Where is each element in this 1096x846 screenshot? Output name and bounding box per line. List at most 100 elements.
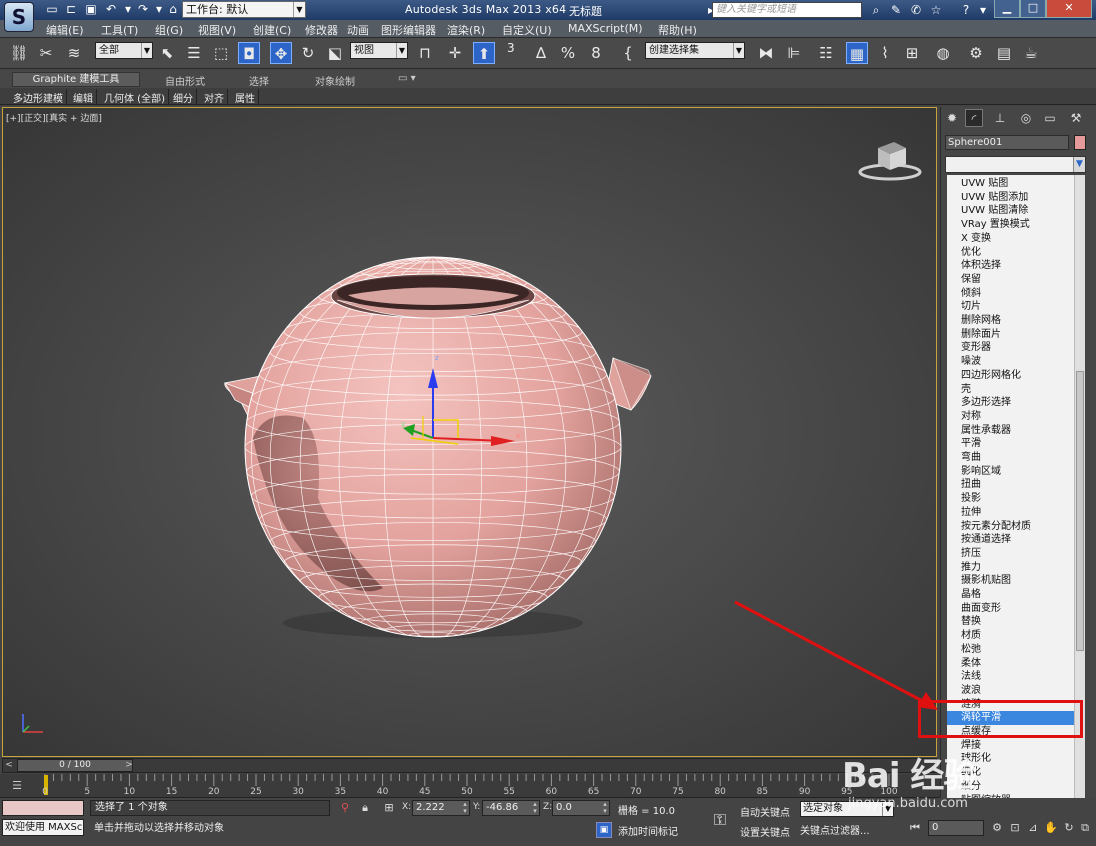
- material-editor-icon[interactable]: ◍: [932, 42, 954, 64]
- tab-selection[interactable]: 选择: [249, 73, 269, 88]
- auto-key-button[interactable]: 自动关键点: [740, 804, 790, 819]
- current-frame-field[interactable]: 0: [928, 820, 984, 836]
- ref-coord-dropdown[interactable]: 视图 ▼: [350, 42, 408, 59]
- minimize-button[interactable]: ▁: [994, 0, 1020, 18]
- viewcube[interactable]: [858, 138, 928, 184]
- menu-graph-editors[interactable]: 图形编辑器: [381, 22, 436, 38]
- undo-icon[interactable]: ↶: [103, 2, 119, 17]
- tab-freeform[interactable]: 自由形式: [165, 73, 205, 88]
- menu-modifiers[interactable]: 修改器: [305, 22, 338, 38]
- sphere-model[interactable]: z x y: [3, 108, 937, 757]
- modifier-item[interactable]: 焊接: [947, 739, 1075, 753]
- link-icon[interactable]: ⛓: [8, 42, 30, 64]
- set-key-icon[interactable]: ⚿: [706, 808, 734, 832]
- maximize-viewport-icon[interactable]: ⧉: [1078, 820, 1092, 836]
- percent-snap-icon[interactable]: %: [557, 42, 579, 64]
- menu-maxscript[interactable]: MAXScript(M): [568, 22, 643, 35]
- perspective-viewport[interactable]: [+][正交][真实 + 边面] z x y: [2, 107, 937, 757]
- motion-tab-icon[interactable]: ◎: [1017, 109, 1035, 127]
- menu-create[interactable]: 创建(C): [253, 22, 291, 38]
- window-crossing-icon[interactable]: ◘: [238, 42, 260, 64]
- angle-snap-icon[interactable]: ∆: [530, 42, 552, 64]
- maximize-button[interactable]: □: [1020, 0, 1046, 18]
- panel-align[interactable]: 对齐: [201, 89, 228, 105]
- modifier-item[interactable]: 删除面片: [947, 328, 1075, 342]
- modifier-item[interactable]: 投影: [947, 492, 1075, 506]
- selection-filter-dropdown[interactable]: 全部 ▼: [95, 42, 153, 59]
- utilities-tab-icon[interactable]: ⚒: [1067, 109, 1085, 127]
- modifier-item[interactable]: 挤压: [947, 547, 1075, 561]
- rect-selection-icon[interactable]: ⬚: [210, 42, 232, 64]
- modifier-item[interactable]: 优化: [947, 246, 1075, 260]
- communication-icon[interactable]: ✆: [908, 2, 924, 18]
- hierarchy-tab-icon[interactable]: ⊥: [991, 109, 1009, 127]
- menu-tools[interactable]: 工具(T): [101, 22, 138, 38]
- select-and-move-icon[interactable]: ✥: [270, 42, 292, 64]
- modifier-item[interactable]: 体积选择: [947, 259, 1075, 273]
- set-key-button[interactable]: 设置关键点: [740, 824, 790, 839]
- select-and-rotate-icon[interactable]: ↻: [297, 42, 319, 64]
- modifier-item[interactable]: 属性承载器: [947, 424, 1075, 438]
- keyboard-shortcut-override-icon[interactable]: ⬆: [473, 42, 495, 64]
- object-name-field[interactable]: Sphere001: [945, 135, 1069, 150]
- curve-editor-mini-icon[interactable]: ☰: [8, 779, 26, 793]
- object-color-swatch[interactable]: [1074, 135, 1086, 150]
- maxscript-listener-mini[interactable]: [2, 800, 84, 816]
- modifier-item[interactable]: 材质: [947, 629, 1075, 643]
- field-of-view-icon[interactable]: ⊿: [1026, 820, 1040, 836]
- help-icon[interactable]: ?: [958, 2, 974, 18]
- modifier-item[interactable]: 保留: [947, 273, 1075, 287]
- menu-edit[interactable]: 编辑(E): [46, 22, 84, 38]
- modifier-item[interactable]: 按通道选择: [947, 533, 1075, 547]
- track-bar[interactable]: ☰ 0 5 10 15 20 25 30 35 40 45 50 55 60 65 70 75 80 85 90 95…: [0, 774, 940, 798]
- absolute-relative-toggle-icon[interactable]: ⊞: [382, 801, 396, 815]
- modifier-item[interactable]: 拉伸: [947, 506, 1075, 520]
- display-tab-icon[interactable]: ▭: [1041, 109, 1059, 127]
- help-dropdown-icon[interactable]: ▾: [975, 2, 991, 18]
- time-tag-icon[interactable]: ▣: [596, 822, 612, 838]
- modifier-item[interactable]: 对称: [947, 410, 1075, 424]
- spinner-icon[interactable]: ▴ ▾: [601, 801, 609, 815]
- modifier-item[interactable]: VRay 置换模式: [947, 218, 1075, 232]
- modifier-item[interactable]: X 变换: [947, 232, 1075, 246]
- modifier-item[interactable]: 晶格: [947, 588, 1075, 602]
- help-search-input[interactable]: 键入关键字或短语: [712, 2, 862, 18]
- modifier-item[interactable]: 切片: [947, 300, 1075, 314]
- favorites-star-icon[interactable]: ☆: [928, 2, 944, 18]
- select-and-scale-icon[interactable]: ⬕: [324, 42, 346, 64]
- ribbon-options-icon[interactable]: ▭ ▾: [398, 73, 416, 84]
- panel-subdivision[interactable]: 细分: [170, 89, 197, 105]
- menu-views[interactable]: 视图(V): [198, 22, 236, 38]
- time-config-icon[interactable]: ⚙: [990, 820, 1004, 836]
- undo-dropdown-icon[interactable]: ▾: [120, 2, 136, 17]
- modifier-item[interactable]: 细分: [947, 780, 1075, 794]
- modifier-item[interactable]: 推力: [947, 561, 1075, 575]
- named-selection-dropdown[interactable]: 创建选择集 ▼: [645, 42, 745, 59]
- modifier-item[interactable]: 波浪: [947, 684, 1075, 698]
- x-coordinate-field[interactable]: 2.222 ▴ ▾: [412, 800, 470, 816]
- modifier-item[interactable]: 影响区域: [947, 465, 1075, 479]
- modifier-item[interactable]: 摄影机贴图: [947, 574, 1075, 588]
- rendered-frame-icon[interactable]: ▤: [993, 42, 1015, 64]
- pivot-center-icon[interactable]: ⊓: [414, 42, 436, 64]
- add-time-tag[interactable]: 添加时间标记: [618, 823, 678, 838]
- pan-hand-icon[interactable]: ✋: [1044, 820, 1058, 836]
- selection-lock-icon[interactable]: 🔒︎: [358, 801, 372, 815]
- modifier-item[interactable]: 删除网格: [947, 314, 1075, 328]
- orbit-icon[interactable]: ↻: [1062, 820, 1076, 836]
- graphite-toggle-icon[interactable]: ▦: [846, 42, 868, 64]
- modifier-item[interactable]: 法线: [947, 670, 1075, 684]
- open-file-icon[interactable]: ⊏: [63, 2, 79, 17]
- modifier-item[interactable]: 柔体: [947, 657, 1075, 671]
- render-setup-icon[interactable]: ⚙: [965, 42, 987, 64]
- spinner-snap-icon[interactable]: 8: [585, 42, 607, 64]
- curve-editor-icon[interactable]: ⌇: [874, 42, 896, 64]
- modifier-item[interactable]: 细化: [947, 766, 1075, 780]
- align-icon[interactable]: ⊫: [783, 42, 805, 64]
- layer-manager-icon[interactable]: ☷: [815, 42, 837, 64]
- mirror-icon[interactable]: ⧓: [755, 42, 777, 64]
- modifier-item[interactable]: 松弛: [947, 643, 1075, 657]
- unlink-icon[interactable]: ✂: [35, 42, 57, 64]
- key-set-dropdown[interactable]: 选定对象 ▼: [800, 801, 894, 817]
- tab-object-paint[interactable]: 对象绘制: [315, 73, 355, 88]
